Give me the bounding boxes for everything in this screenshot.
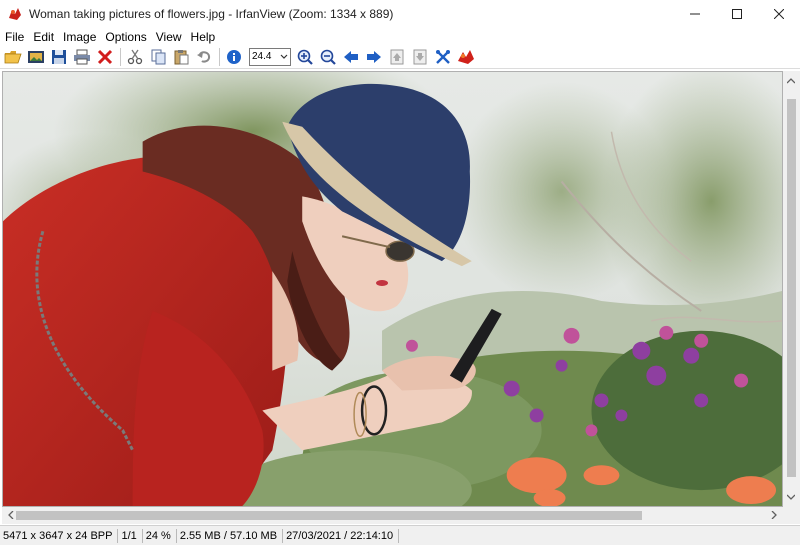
zoom-level-select[interactable]: 24.4 <box>249 47 291 66</box>
irfanview-app-icon[interactable] <box>7 6 23 22</box>
page-up-icon <box>390 49 404 64</box>
info-button[interactable] <box>223 46 245 68</box>
print-button[interactable] <box>71 46 93 68</box>
save-icon <box>52 49 66 64</box>
status-zoom: 24 % <box>143 528 177 543</box>
open-button[interactable] <box>2 46 24 68</box>
copy-button[interactable] <box>147 46 169 68</box>
menu-options[interactable]: Options <box>100 30 150 44</box>
scroll-right-button[interactable] <box>766 507 782 523</box>
print-icon <box>74 49 90 64</box>
toolbar-separator <box>219 47 220 66</box>
menu-image[interactable]: Image <box>58 30 100 44</box>
copy-icon <box>151 49 166 64</box>
undo-icon <box>197 50 211 63</box>
status-bar: 5471 x 3647 x 24 BPP 1/1 24 % 2.55 MB / … <box>0 525 800 545</box>
next-image-button[interactable] <box>363 46 385 68</box>
zoom-in-button[interactable] <box>294 46 316 68</box>
chevron-down-icon <box>280 54 288 59</box>
chevron-right-icon <box>771 511 777 519</box>
undo-button[interactable] <box>193 46 215 68</box>
chevron-left-icon <box>8 511 14 519</box>
menu-view[interactable]: View <box>151 30 186 44</box>
open-folder-icon <box>4 50 22 63</box>
vertical-scrollbar[interactable] <box>783 71 800 507</box>
status-image-dimensions: 5471 x 3647 x 24 BPP <box>0 528 119 543</box>
slideshow-icon <box>28 50 44 63</box>
cut-button[interactable] <box>124 46 146 68</box>
horizontal-scroll-thumb[interactable] <box>16 511 642 520</box>
paste-button[interactable] <box>170 46 192 68</box>
zoom-level-value: 24.4 <box>252 51 272 62</box>
status-datetime: 27/03/2021 / 22:14:10 <box>283 528 400 543</box>
status-memory: 2.55 MB / 57.10 MB <box>177 528 284 543</box>
zoom-out-button[interactable] <box>317 46 339 68</box>
close-button[interactable] <box>758 0 800 28</box>
about-button[interactable] <box>455 46 477 68</box>
page-down-icon <box>413 49 427 64</box>
save-button[interactable] <box>48 46 70 68</box>
scrollbar-corner <box>783 507 800 524</box>
delete-icon <box>97 49 113 64</box>
cut-icon <box>127 49 143 64</box>
zoom-in-icon <box>297 49 313 65</box>
next-page-button[interactable] <box>409 46 431 68</box>
vertical-scroll-thumb[interactable] <box>787 99 796 477</box>
minimize-icon <box>690 13 700 15</box>
menu-edit[interactable]: Edit <box>28 30 58 44</box>
window-title: Woman taking pictures of flowers.jpg - I… <box>29 7 394 21</box>
menu-file[interactable]: File <box>0 30 28 44</box>
toolbar: 24.4 <box>0 45 800 69</box>
zoom-out-icon <box>320 49 336 65</box>
previous-arrow-icon <box>344 50 358 63</box>
scroll-down-button[interactable] <box>783 489 799 505</box>
toolbar-separator <box>120 47 121 66</box>
horizontal-scrollbar[interactable] <box>2 507 783 524</box>
irfanview-logo-icon <box>458 49 474 64</box>
minimize-button[interactable] <box>674 0 716 28</box>
scroll-up-button[interactable] <box>783 73 799 89</box>
paste-icon <box>174 49 189 64</box>
previous-image-button[interactable] <box>340 46 362 68</box>
maximize-icon <box>732 9 742 19</box>
settings-icon <box>436 49 450 64</box>
menu-bar: File Edit Image Options View Help <box>0 28 800 46</box>
title-bar: Woman taking pictures of flowers.jpg - I… <box>0 0 800 28</box>
photo-woman-taking-pictures-of-flowers <box>3 72 782 506</box>
slideshow-button[interactable] <box>25 46 47 68</box>
status-page: 1/1 <box>118 528 143 543</box>
menu-help[interactable]: Help <box>186 30 220 44</box>
info-icon <box>227 49 241 64</box>
close-icon <box>774 9 784 19</box>
chevron-down-icon <box>787 494 795 500</box>
delete-button[interactable] <box>94 46 116 68</box>
image-viewport[interactable] <box>2 71 783 507</box>
maximize-button[interactable] <box>716 0 758 28</box>
chevron-up-icon <box>787 78 795 84</box>
next-arrow-icon <box>367 50 381 63</box>
settings-button[interactable] <box>432 46 454 68</box>
previous-page-button[interactable] <box>386 46 408 68</box>
